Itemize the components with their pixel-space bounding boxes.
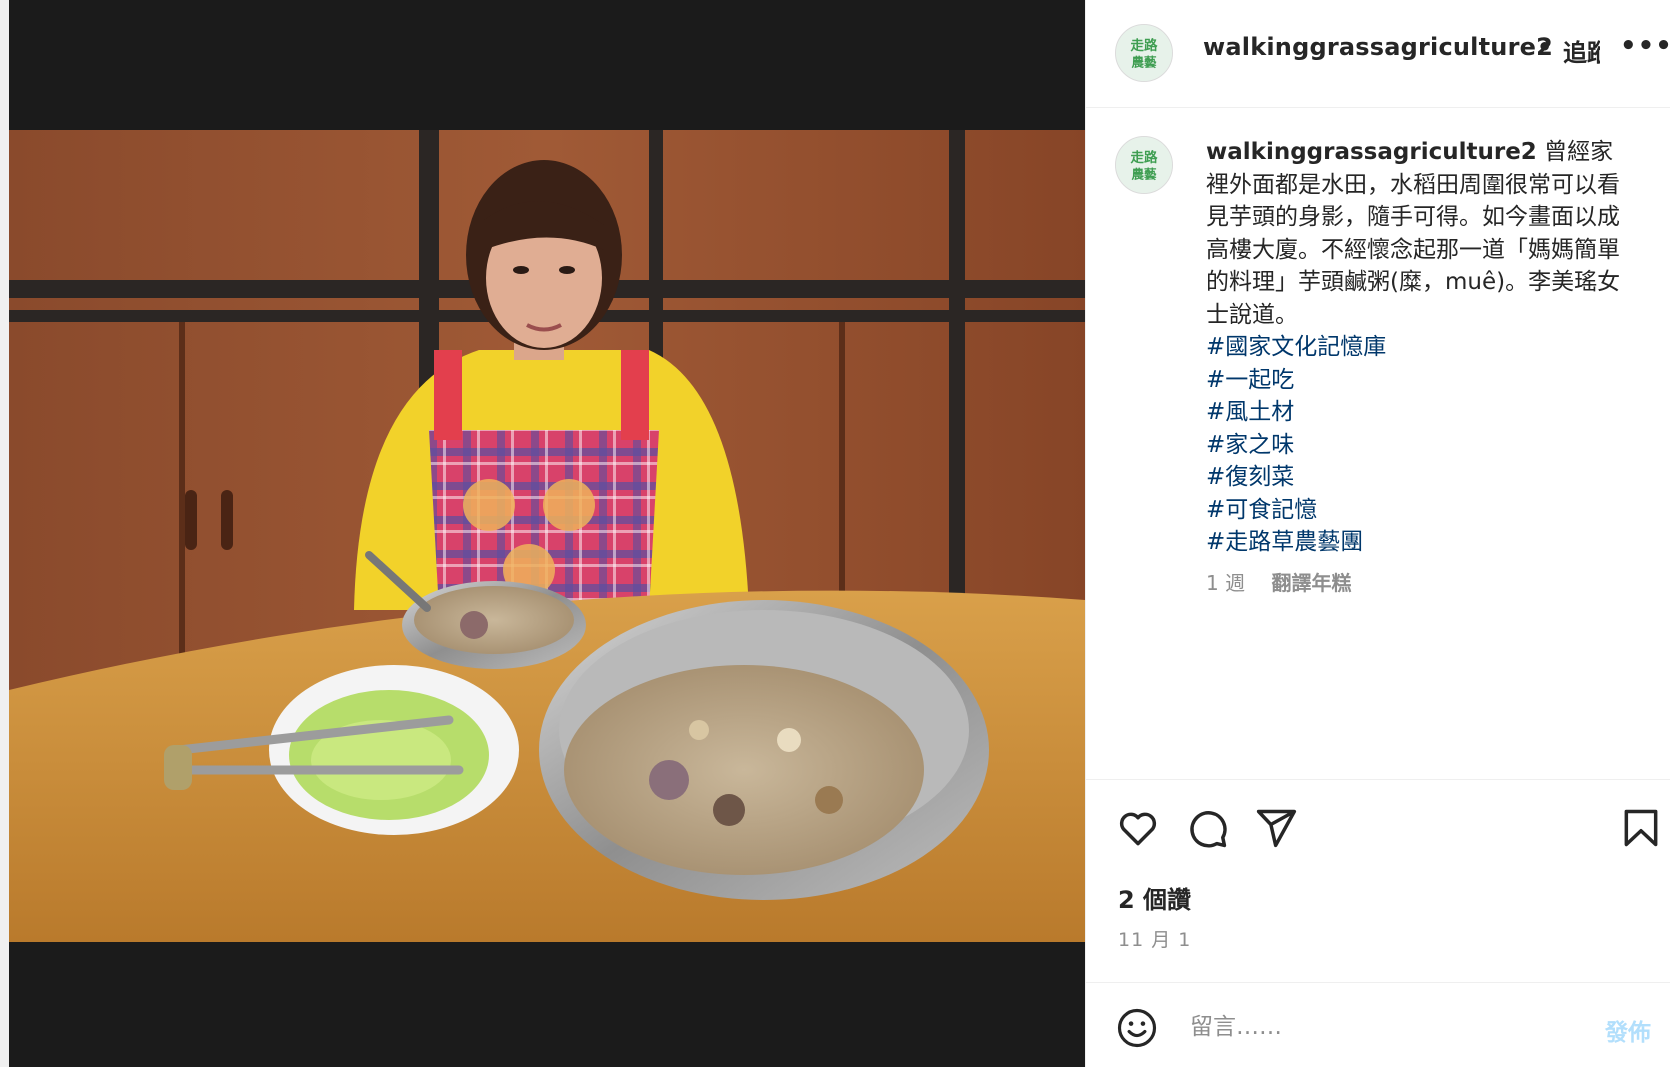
avatar-logo-text-top: 走路 <box>1131 149 1159 166</box>
caption-area: 走路 農藝 walkinggrassagriculture2 曾經家裡外面都是水… <box>1086 107 1670 780</box>
comment-input[interactable] <box>1190 1007 1550 1047</box>
comment-bar: 發佈 <box>1086 982 1670 1068</box>
frame-edge <box>0 0 9 1067</box>
header-separator: • <box>1537 33 1553 61</box>
caption-meta: 1 週 翻譯年糕 <box>1206 567 1351 596</box>
bookmark-icon[interactable] <box>1619 806 1663 850</box>
translate-button[interactable]: 翻譯年糕 <box>1271 571 1351 595</box>
heart-icon[interactable] <box>1116 806 1160 850</box>
more-icon[interactable]: ••• <box>1620 33 1670 65</box>
action-bar <box>1086 780 1670 870</box>
avatar-logo-text-bottom: 農藝 <box>1131 167 1157 182</box>
share-icon[interactable] <box>1254 806 1298 850</box>
post-media[interactable] <box>0 0 1085 1067</box>
emoji-icon[interactable] <box>1116 1007 1158 1049</box>
likes-count[interactable]: 2 個讚 <box>1118 880 1191 915</box>
avatar[interactable]: 走路 農藝 <box>1115 24 1173 82</box>
hashtag-link[interactable]: #家之味 <box>1206 429 1631 462</box>
post-header: 走路 農藝 walkinggrassagriculture2 • 追蹤 ••• <box>1086 0 1670 108</box>
header-username[interactable]: walkinggrassagriculture2 <box>1203 33 1553 61</box>
post-comment-button[interactable]: 發佈 <box>1605 1013 1651 1047</box>
hashtag-link[interactable]: #走路草農藝團 <box>1206 526 1631 559</box>
hashtag-link[interactable]: #國家文化記憶庫 <box>1206 331 1631 364</box>
post-side-panel: 走路 農藝 walkinggrassagriculture2 • 追蹤 ••• … <box>1085 0 1670 1067</box>
post-caption: walkinggrassagriculture2 曾經家裡外面都是水田，水稻田周… <box>1206 136 1631 559</box>
caption-text: 曾經家裡外面都是水田，水稻田周圍很常可以看見芋頭的身影，隨手可得。如今畫面以成高… <box>1206 139 1621 328</box>
caption-username[interactable]: walkinggrassagriculture2 <box>1206 139 1537 165</box>
caption-time[interactable]: 1 週 <box>1206 571 1245 595</box>
avatar[interactable]: 走路 農藝 <box>1115 136 1173 194</box>
post-photo[interactable] <box>9 130 1085 942</box>
hashtag-link[interactable]: #一起吃 <box>1206 364 1631 397</box>
post-date[interactable]: 11 月 1 <box>1118 925 1191 952</box>
avatar-logo-text-bottom: 農藝 <box>1131 55 1157 70</box>
hashtag-link[interactable]: #風土材 <box>1206 396 1631 429</box>
hashtag-link[interactable]: #可食記憶 <box>1206 494 1631 527</box>
avatar-logo-text-top: 走路 <box>1131 37 1159 54</box>
hashtag-link[interactable]: #復刻菜 <box>1206 461 1631 494</box>
follow-button[interactable]: 追蹤 <box>1563 33 1600 65</box>
comment-icon[interactable] <box>1185 806 1229 850</box>
